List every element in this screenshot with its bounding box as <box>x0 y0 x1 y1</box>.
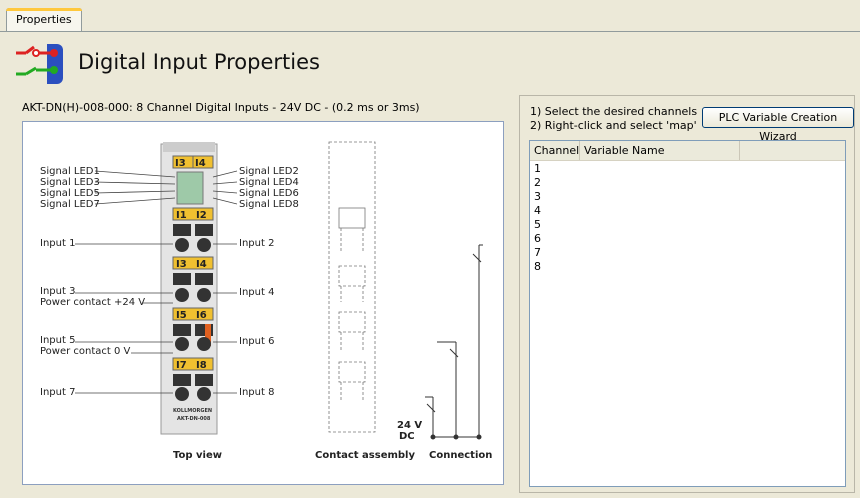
terminal-label: I7 <box>176 360 187 371</box>
column-header-channel[interactable]: Channel <box>530 141 580 160</box>
list-item[interactable]: 8 <box>530 260 845 274</box>
wiring-diagram-svg: I3 I4 I1 I2 I3 I4 I5 I6 I7 I8 KOLLMORGEN… <box>40 141 492 461</box>
power-contact-label: Power contact +24 V <box>40 297 145 308</box>
page-title: Digital Input Properties <box>78 50 320 74</box>
digital-input-icon <box>16 44 63 84</box>
signal-led-label: Signal LED2 <box>239 166 299 177</box>
signal-led-label: Signal LED5 <box>40 188 100 199</box>
signal-led-label: Signal LED7 <box>40 199 100 210</box>
list-item[interactable]: 1 <box>530 162 845 176</box>
list-header: Channel Variable Name <box>530 141 845 161</box>
input-label: Input 2 <box>239 238 274 249</box>
terminal-label: I3 <box>175 158 186 169</box>
wiring-diagram: I3 I4 I1 I2 I3 I4 I5 I6 I7 I8 KOLLMORGEN… <box>22 121 504 485</box>
input-label: Input 8 <box>239 387 274 398</box>
terminal-label: I4 <box>195 158 206 169</box>
supply-label: DC <box>399 431 415 442</box>
tab-divider <box>0 31 860 32</box>
list-item[interactable]: 2 <box>530 176 845 190</box>
tab-strip: Properties <box>0 0 860 33</box>
supply-label: 24 V <box>397 420 422 431</box>
terminal-label: I4 <box>196 259 207 270</box>
terminal-label: I5 <box>176 310 187 321</box>
input-label: Input 5 <box>40 335 75 346</box>
instruction-line: 2) Right-click and select 'map' <box>530 119 697 132</box>
signal-led-label: Signal LED6 <box>239 188 299 199</box>
input-label: Input 3 <box>40 286 75 297</box>
model-label: AKT-DN-008 <box>177 416 211 422</box>
right-labels: Signal LED2 Signal LED4 Signal LED6 Sign… <box>239 166 299 398</box>
list-body: 1 2 3 4 5 6 7 8 <box>530 161 845 274</box>
terminal-label: I1 <box>176 210 187 221</box>
instruction-line: 1) Select the desired channels <box>530 105 698 118</box>
signal-led-label: Signal LED1 <box>40 166 100 177</box>
list-item[interactable]: 3 <box>530 190 845 204</box>
signal-led-label: Signal LED8 <box>239 199 299 210</box>
contact-assembly <box>328 141 376 433</box>
brand-label: KOLLMORGEN <box>173 408 212 414</box>
terminal-label: I6 <box>196 310 207 321</box>
module-description: AKT-DN(H)-008-000: 8 Channel Digital Inp… <box>22 101 420 114</box>
caption-top-view: Top view <box>173 450 222 461</box>
terminal-label: I3 <box>176 259 187 270</box>
channel-mapping-panel: 1) Select the desired channels 2) Right-… <box>519 95 855 493</box>
tab-label: Properties <box>16 13 72 26</box>
signal-led-label: Signal LED4 <box>239 177 299 188</box>
instructions: 1) Select the desired channels 2) Right-… <box>530 105 697 133</box>
column-header-variable-name[interactable]: Variable Name <box>580 141 740 160</box>
caption-connection: Connection <box>429 450 492 461</box>
list-item[interactable]: 5 <box>530 218 845 232</box>
list-item[interactable]: 6 <box>530 232 845 246</box>
terminal-top-view: I3 I4 I1 I2 I3 I4 I5 I6 I7 I8 KOLLMORGEN… <box>160 142 218 435</box>
terminal-label: I2 <box>196 210 207 221</box>
channel-list[interactable]: Channel Variable Name 1 2 3 4 5 6 7 8 <box>529 140 846 487</box>
left-labels: Signal LED1 Signal LED3 Signal LED5 Sign… <box>40 166 145 398</box>
signal-led-label: Signal LED3 <box>40 177 100 188</box>
input-label: Input 4 <box>239 287 274 298</box>
terminal-label: I8 <box>196 360 207 371</box>
input-label: Input 1 <box>40 238 75 249</box>
power-contact-label: Power contact 0 V <box>40 346 131 357</box>
input-label: Input 6 <box>239 336 274 347</box>
list-item[interactable]: 4 <box>530 204 845 218</box>
connection-diagram <box>425 244 483 440</box>
plc-variable-wizard-button[interactable]: PLC Variable Creation Wizard <box>702 107 854 143</box>
caption-contact-assembly: Contact assembly <box>315 450 415 461</box>
input-label: Input 7 <box>40 387 75 398</box>
tab-properties[interactable]: Properties <box>6 8 82 32</box>
list-item[interactable]: 7 <box>530 246 845 260</box>
